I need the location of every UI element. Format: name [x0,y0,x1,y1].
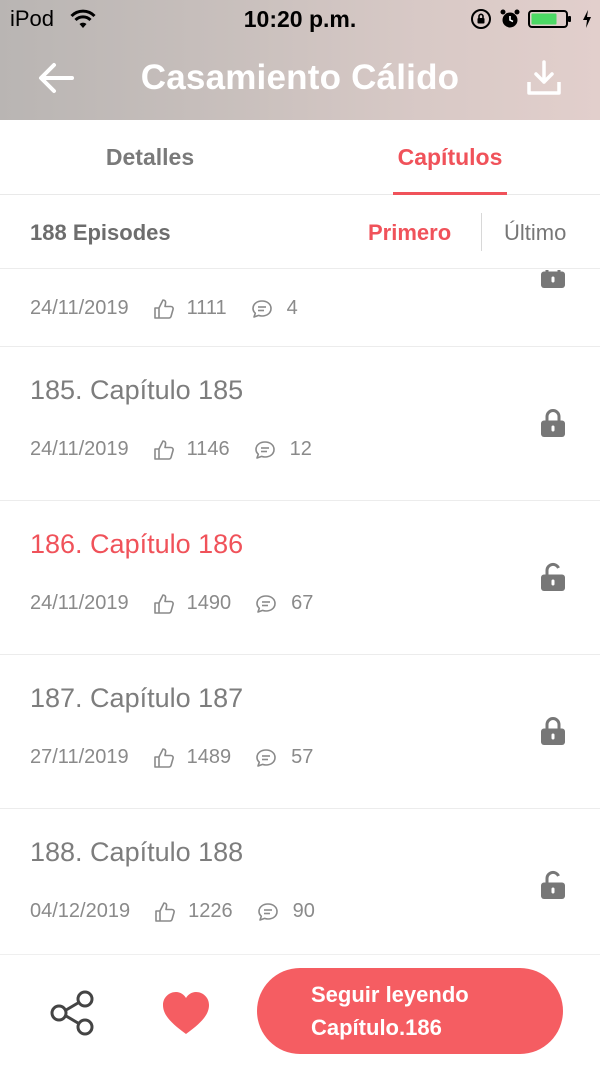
unlocked-icon [541,562,565,591]
episode-likes: 1226 [188,900,233,922]
episode-row[interactable]: 185. Capítulo 185 24/11/2019 1146 12 [0,347,600,501]
episode-likes: 1490 [186,592,232,614]
episode-comments: 4 [286,297,298,319]
thumbs-up-icon [153,593,174,614]
episode-count: 188 Episodes [30,220,171,245]
status-icons [470,8,592,30]
tab-chapters[interactable]: Capítulos [300,120,600,195]
episode-date: 27/11/2019 [30,746,129,768]
lock-icon [541,409,565,437]
episode-meta: 24/11/2019 1111 4 [30,297,298,320]
episode-row[interactable]: 24/11/2019 1111 4 [0,270,600,347]
sort-first-button[interactable]: Primero [368,220,451,246]
page-title: Casamiento Cálido [140,58,460,97]
episode-comments: 67 [291,592,314,614]
comment-icon [256,748,276,767]
heart-icon[interactable] [161,990,211,1036]
comment-icon [256,594,276,613]
episode-meta: 27/11/2019 1489 57 [30,746,313,769]
continue-reading-label: Seguir leyendo [311,982,469,1007]
episode-date: 24/11/2019 [30,592,129,614]
episode-date: 24/11/2019 [30,297,129,319]
tab-details[interactable]: Detalles [0,120,300,195]
episode-comments: 12 [289,438,312,460]
lock-icon [541,270,565,288]
continue-reading-button[interactable]: Seguir leyendo Capítulo.186 [257,968,563,1054]
episode-comments: 90 [292,900,315,922]
episode-comments: 57 [291,746,314,768]
episode-title: 187. Capítulo 187 [30,683,244,713]
comment-icon [257,902,278,921]
episode-title: 185. Capítulo 185 [30,375,244,405]
bottom-action-bar: Seguir leyendo Capítulo.186 [0,954,600,1065]
episode-row[interactable]: 187. Capítulo 187 27/11/2019 1489 57 [0,655,600,809]
episode-date: 04/12/2019 [30,900,131,922]
thumbs-up-icon [153,747,174,768]
comment-icon [254,440,275,459]
share-icon[interactable] [48,989,96,1037]
sort-divider [481,213,482,251]
episode-date: 24/11/2019 [30,438,129,460]
lock-icon [541,717,565,745]
episode-title: 188. Capítulo 188 [30,837,244,867]
active-tab-indicator [393,192,507,195]
rotation-lock-icon [471,9,491,29]
episode-list: 24/11/2019 1111 4 185. Capítulo 185 24/1… [0,270,600,954]
episode-meta: 24/11/2019 1146 12 [30,438,312,461]
episode-row-current[interactable]: 186. Capítulo 186 24/11/2019 1490 67 [0,501,600,655]
comment-icon [251,299,272,318]
episode-meta: 04/12/2019 1226 90 [30,900,315,923]
thumbs-up-icon [153,439,174,460]
tab-bar: Detalles Capítulos [0,120,600,195]
episode-row[interactable]: 188. Capítulo 188 04/12/2019 1226 90 [0,809,600,954]
episode-meta: 24/11/2019 1490 67 [30,592,313,615]
episode-likes: 1146 [186,438,230,460]
download-icon[interactable] [524,58,564,98]
battery-icon [528,10,571,28]
nav-bar: Casamiento Cálido [0,40,600,120]
status-bar: iPod 10:20 p.m. [0,0,600,40]
sort-last-button[interactable]: Último [504,220,566,246]
alarm-icon [500,9,520,28]
charging-icon [583,10,591,28]
episode-likes: 1111 [186,297,227,319]
thumbs-up-icon [155,901,176,922]
sort-bar: 188 Episodes Primero Último [0,196,600,269]
continue-chapter-label: Capítulo.186 [311,1015,442,1040]
episode-title: 186. Capítulo 186 [30,529,244,559]
unlocked-icon [541,870,565,899]
thumbs-up-icon [153,298,174,319]
app-header: iPod 10:20 p.m. Casamiento Cálido [0,0,600,120]
episode-likes: 1489 [186,746,232,768]
